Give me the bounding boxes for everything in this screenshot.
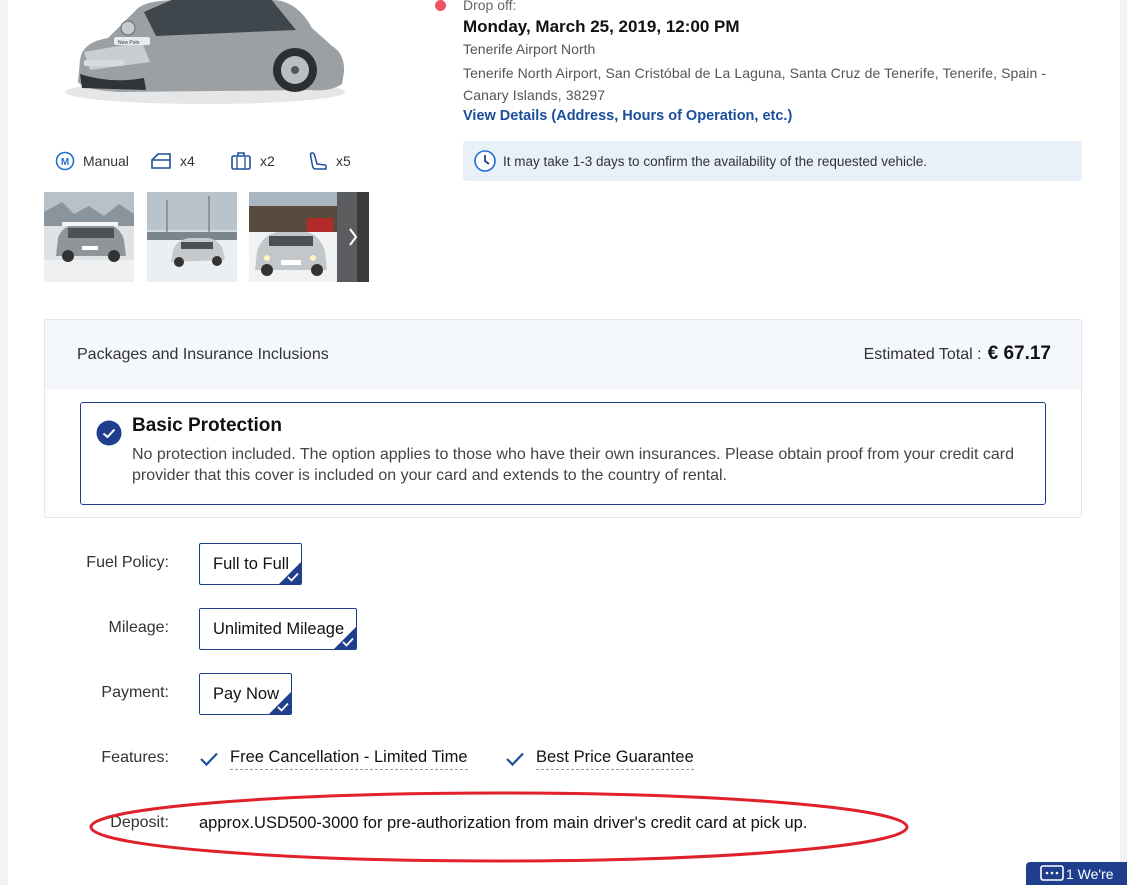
spec-label: x2: [260, 153, 275, 169]
chat-widget-button[interactable]: 1 We're: [1026, 862, 1127, 885]
payment-option[interactable]: Pay Now: [199, 673, 293, 715]
clock-icon: [474, 150, 496, 172]
protection-title: Basic Protection: [132, 415, 282, 436]
estimated-total-label: Estimated Total :: [863, 346, 982, 363]
dropoff-date: Monday, March 25, 2019, 12:00 PM: [463, 17, 740, 36]
car-thumbnail-1[interactable]: [44, 192, 134, 282]
spec-seats: x5: [308, 150, 351, 172]
svg-text:M: M: [61, 157, 69, 168]
packages-title: Packages and Insurance Inclusions: [77, 346, 329, 363]
car-photo: New Polo: [65, 0, 345, 104]
checkmark-icon: [200, 752, 218, 767]
estimated-total: Estimated Total : € 67.17: [864, 343, 1051, 365]
spec-label: x4: [180, 153, 195, 169]
car-thumbnail-2[interactable]: [147, 192, 237, 282]
seat-icon: [309, 152, 327, 170]
basic-protection-option[interactable]: Basic Protection No protection included.…: [80, 402, 1046, 505]
spec-label: Manual: [83, 153, 129, 169]
chat-icon: [1040, 864, 1064, 881]
packages-panel: Packages and Insurance Inclusions Estima…: [44, 319, 1082, 518]
door-icon: [151, 153, 171, 169]
dropoff-marker-dot: [435, 0, 446, 11]
feature-label: Best Price Guarantee: [536, 748, 694, 770]
feature-free-cancellation[interactable]: Free Cancellation - Limited Time: [199, 748, 468, 770]
fuel-policy-label: Fuel Policy:: [86, 554, 169, 571]
checkmark-icon: [277, 702, 289, 712]
dropoff-address: Tenerife North Airport, San Cristóbal de…: [463, 65, 1047, 103]
chat-label: 1 We're: [1066, 865, 1114, 882]
spec-luggage: x2: [230, 150, 275, 172]
mileage-label: Mileage:: [108, 619, 169, 636]
checkmark-icon: [287, 572, 299, 582]
transmission-icon: M: [55, 151, 75, 171]
spec-doors: x4: [150, 150, 195, 172]
estimated-total-amount: € 67.17: [987, 343, 1051, 364]
notice-text: It may take 1-3 days to confirm the avai…: [503, 153, 927, 169]
payment-label: Payment:: [101, 684, 169, 701]
luggage-icon: [231, 152, 251, 170]
svg-text:New Polo: New Polo: [118, 40, 140, 46]
protection-description: No protection included. The option appli…: [132, 446, 1014, 484]
checkmark-icon: [342, 637, 354, 647]
mileage-option[interactable]: Unlimited Mileage: [199, 608, 358, 650]
feature-label: Free Cancellation - Limited Time: [230, 748, 468, 770]
feature-best-price[interactable]: Best Price Guarantee: [505, 748, 694, 770]
features-label: Features:: [101, 749, 169, 766]
dropoff-label: Drop off:: [463, 0, 517, 13]
spec-transmission: M Manual: [55, 150, 129, 172]
red-highlight-oval: [89, 791, 909, 863]
dropoff-location: Tenerife Airport North: [463, 41, 596, 57]
checkmark-icon: [506, 752, 524, 767]
check-circle-icon: [96, 420, 122, 446]
thumbnail-next-button[interactable]: [337, 192, 369, 282]
car-thumbnail-3[interactable]: [249, 192, 339, 282]
spec-label: x5: [336, 153, 351, 169]
fuel-policy-option[interactable]: Full to Full: [199, 543, 303, 585]
chevron-right-icon: [337, 192, 369, 282]
booking-details-page: New Polo M Manual x4 x2 x5 Drop off: Mon…: [8, 0, 1120, 885]
availability-notice: It may take 1-3 days to confirm the avai…: [463, 141, 1082, 181]
fuel-policy-value: Full to Full: [213, 554, 290, 573]
view-details-link[interactable]: View Details (Address, Hours of Operatio…: [463, 108, 792, 124]
mileage-value: Unlimited Mileage: [213, 619, 345, 638]
